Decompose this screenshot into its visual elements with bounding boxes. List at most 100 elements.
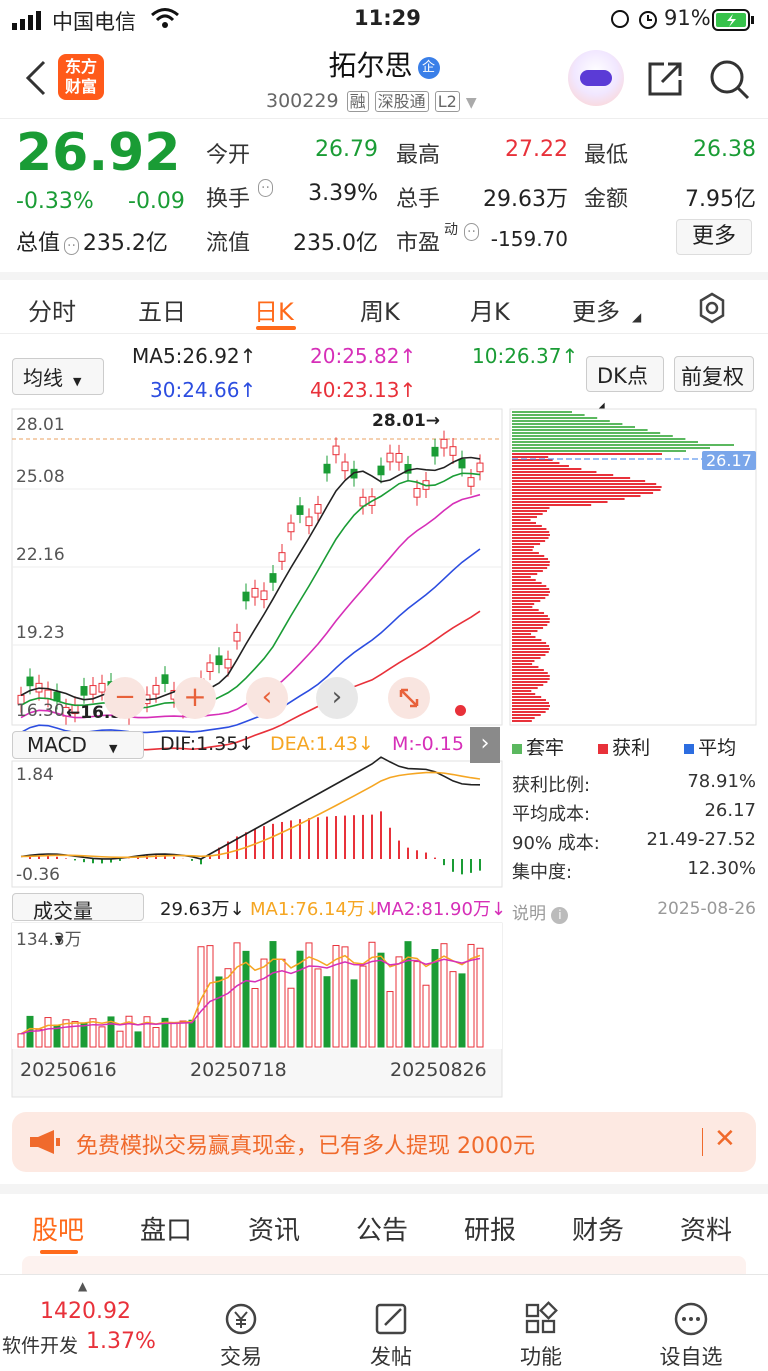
tab-weekly-k[interactable]: 周K bbox=[360, 292, 400, 327]
trade-button[interactable]: 交易 bbox=[186, 1275, 296, 1371]
tab-forum[interactable]: 股吧 bbox=[32, 1210, 84, 1247]
chip-bar bbox=[512, 504, 592, 506]
chip-bar bbox=[512, 417, 598, 419]
chip-note-link[interactable]: 说明 bbox=[512, 904, 546, 924]
tab-five-day[interactable]: 五日 bbox=[138, 292, 186, 327]
candle bbox=[341, 461, 349, 472]
chevron-down-icon[interactable]: ▼ bbox=[466, 95, 477, 111]
functions-button[interactable]: 功能 bbox=[486, 1275, 596, 1371]
index-value: 1420.92 bbox=[40, 1299, 131, 1324]
ma10-value: 10:26.37↑ bbox=[472, 344, 579, 368]
zoom-in-button[interactable]: + bbox=[174, 677, 216, 719]
alarm-icon bbox=[610, 8, 660, 35]
chip-bar bbox=[512, 696, 542, 698]
chip-bar bbox=[512, 474, 614, 476]
battery-icon bbox=[712, 8, 756, 37]
volume-bar bbox=[125, 1015, 133, 1048]
tag-margin: 融 bbox=[346, 91, 369, 112]
gear-icon[interactable] bbox=[696, 292, 728, 328]
chip-bar bbox=[512, 423, 623, 425]
chip-bar bbox=[512, 453, 662, 455]
candle bbox=[323, 463, 331, 474]
chevron-left-icon[interactable]: ‹ bbox=[246, 677, 288, 719]
chevron-right-icon[interactable]: › bbox=[316, 677, 358, 719]
candle bbox=[287, 522, 295, 533]
close-icon[interactable]: ✕ bbox=[714, 1124, 736, 1154]
status-bar: 中国电信 11:29 91% bbox=[0, 0, 768, 40]
index-widget[interactable]: ▲ 1420.92 软件开发 1.37% bbox=[0, 1275, 170, 1367]
volume-bar bbox=[413, 961, 421, 1048]
search-icon[interactable] bbox=[708, 58, 752, 106]
chip-bar bbox=[512, 414, 585, 416]
chip-bar bbox=[512, 540, 546, 542]
dk-point-button[interactable]: DK点◢ bbox=[586, 356, 664, 412]
tab-intraday[interactable]: 分时 bbox=[28, 292, 76, 327]
chip-bar bbox=[512, 642, 547, 644]
avatar[interactable] bbox=[568, 50, 624, 106]
chip-bar bbox=[512, 612, 545, 614]
chip-date: 2025-08-26 bbox=[657, 899, 756, 919]
candle bbox=[53, 691, 61, 702]
volume-selector[interactable]: 成交量▼ bbox=[12, 893, 144, 946]
chip-bar bbox=[512, 528, 547, 530]
volume-ma1: MA1:76.14万↓ bbox=[250, 899, 380, 920]
last-price: 26.92 bbox=[16, 123, 181, 183]
tab-profile[interactable]: 资料 bbox=[680, 1210, 732, 1247]
candle bbox=[242, 591, 250, 602]
chip-bar bbox=[512, 498, 625, 500]
candle bbox=[395, 452, 403, 463]
volume-bar bbox=[179, 1020, 187, 1048]
chip-bar bbox=[512, 570, 543, 572]
ma-selector[interactable]: 均线 ▼ bbox=[12, 358, 104, 395]
info-icon[interactable]: ·· bbox=[464, 223, 479, 241]
tab-orderbook[interactable]: 盘口 bbox=[140, 1210, 192, 1247]
chip-bar bbox=[512, 558, 549, 560]
zoom-out-button[interactable]: − bbox=[104, 677, 146, 719]
post-button[interactable]: 发帖 bbox=[336, 1275, 446, 1371]
tab-news[interactable]: 资讯 bbox=[248, 1210, 300, 1247]
volume-bar bbox=[449, 971, 457, 1048]
tab-monthly-k[interactable]: 月K bbox=[470, 292, 510, 327]
date-mid: 20250718 bbox=[190, 1059, 287, 1081]
volume-bar bbox=[350, 979, 358, 1048]
more-button[interactable]: 更多 bbox=[676, 219, 752, 255]
volume-bar bbox=[260, 958, 268, 1048]
tab-more[interactable]: 更多 bbox=[572, 292, 620, 327]
adjust-button[interactable]: 前复权 bbox=[674, 356, 754, 392]
chip-row: 平均成本: 26.17 bbox=[512, 800, 756, 825]
stock-code: 300229 bbox=[266, 90, 339, 112]
open-price: 26.79 bbox=[315, 137, 378, 162]
info-icon[interactable]: ·· bbox=[258, 179, 273, 197]
volume-bar bbox=[98, 1026, 106, 1048]
tab-financials[interactable]: 财务 bbox=[572, 1210, 624, 1247]
expand-chip-button[interactable]: › bbox=[470, 727, 500, 763]
chip-bar bbox=[512, 537, 549, 539]
info-icon[interactable]: i bbox=[551, 907, 569, 924]
caret-up-icon: ▲ bbox=[78, 1279, 88, 1293]
macd-selector[interactable]: MACD ▼ bbox=[12, 731, 144, 759]
promo-banner[interactable]: 免费模拟交易赢真现金，已有多人提现 2000元 ✕ bbox=[12, 1112, 756, 1172]
low-price: 26.38 bbox=[693, 137, 756, 162]
volume-bar bbox=[458, 973, 466, 1048]
legend-profit: 获利 bbox=[598, 737, 650, 759]
chip-bar bbox=[512, 621, 550, 623]
megaphone-icon bbox=[28, 1128, 62, 1160]
tab-research[interactable]: 研报 bbox=[464, 1210, 516, 1247]
chip-row: 集中度: 12.30% bbox=[512, 858, 756, 883]
tab-announcements[interactable]: 公告 bbox=[356, 1210, 408, 1247]
back-icon[interactable] bbox=[22, 58, 48, 102]
candle bbox=[377, 465, 385, 476]
share-icon[interactable] bbox=[644, 58, 686, 104]
date-end: 20250826 bbox=[390, 1059, 487, 1081]
chip-bar bbox=[512, 699, 546, 701]
chip-bar bbox=[512, 555, 545, 557]
chip-bar bbox=[512, 450, 686, 452]
candle bbox=[305, 516, 313, 527]
volume-bar bbox=[296, 950, 304, 1048]
tab-daily-k[interactable]: 日K bbox=[254, 292, 294, 327]
fullscreen-icon[interactable] bbox=[388, 677, 430, 719]
chip-bar bbox=[512, 465, 569, 467]
info-icon[interactable]: ·· bbox=[64, 237, 79, 255]
y-label-4: 19.23 bbox=[16, 623, 65, 643]
add-watchlist-button[interactable]: 设自选 bbox=[636, 1275, 746, 1371]
